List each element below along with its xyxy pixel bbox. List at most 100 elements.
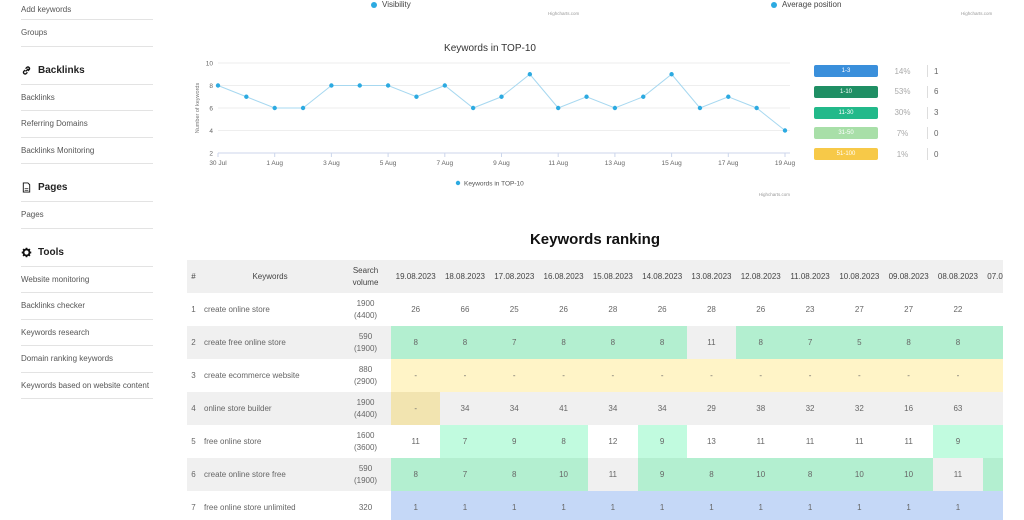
legend-visibility[interactable]: Visibility xyxy=(371,0,411,9)
y-tick-label: 4 xyxy=(209,128,213,135)
sidebar-item-referring-domains[interactable]: Referring Domains xyxy=(21,111,153,138)
data-point[interactable] xyxy=(414,94,419,99)
data-point[interactable] xyxy=(499,94,504,99)
position-cell: - xyxy=(489,359,539,392)
col-date[interactable]: 19.08.2023 xyxy=(391,260,441,293)
sidebar-item-keywords-website-content[interactable]: Keywords based on website content xyxy=(21,373,153,399)
keyword-cell[interactable]: free online store xyxy=(200,425,340,458)
position-cell: 16 xyxy=(883,392,934,425)
range-count: 6 xyxy=(934,87,939,97)
position-cell: 32 xyxy=(785,392,835,425)
sidebar-item-domain-ranking-keywords[interactable]: Domain ranking keywords xyxy=(21,346,153,373)
data-point[interactable] xyxy=(385,83,391,88)
col-date[interactable]: 07.08.2023 xyxy=(982,260,1003,293)
col-volume[interactable]: Search volume xyxy=(340,260,392,293)
data-point[interactable] xyxy=(641,94,646,99)
sidebar-item-backlinks-checker[interactable]: Backlinks checker xyxy=(21,293,153,320)
position-cell: 12 xyxy=(588,425,638,458)
position-cell xyxy=(982,458,1003,491)
col-date[interactable]: 10.08.2023 xyxy=(834,260,884,293)
col-date[interactable]: 13.08.2023 xyxy=(686,260,737,293)
col-date[interactable]: 15.08.2023 xyxy=(588,260,638,293)
col-date[interactable]: 12.08.2023 xyxy=(736,260,786,293)
position-cell: 1 xyxy=(588,491,638,520)
range-badge[interactable]: 51-100 xyxy=(814,148,878,161)
x-tick-label: 30 Jul xyxy=(209,160,227,167)
col-date[interactable]: 09.08.2023 xyxy=(883,260,934,293)
x-tick-label: 11 Aug xyxy=(548,160,568,167)
section-pages: Pages xyxy=(21,164,153,202)
data-point[interactable] xyxy=(669,72,674,77)
col-date[interactable]: 14.08.2023 xyxy=(637,260,687,293)
data-point[interactable] xyxy=(584,94,589,99)
range-badge[interactable]: 31-50 xyxy=(814,127,878,140)
sidebar-item-pages[interactable]: Pages xyxy=(21,202,153,229)
position-cell: 8 xyxy=(785,458,835,491)
data-point[interactable] xyxy=(527,72,533,77)
data-point[interactable] xyxy=(470,105,476,111)
ranking-table-container[interactable]: # Keywords Search volume 19.08.2023 18.08.… xyxy=(187,260,1003,520)
position-cell: 7 xyxy=(440,458,490,491)
col-date[interactable]: 11.08.2023 xyxy=(785,260,835,293)
position-cell: 7 xyxy=(785,326,835,359)
sidebar-item-add-keywords[interactable]: Add keywords xyxy=(21,0,153,20)
legend-label: Visibility xyxy=(382,0,411,9)
position-cell: 8 xyxy=(933,326,983,359)
range-percent: 53% xyxy=(894,87,911,97)
sidebar-item-backlinks[interactable]: Backlinks xyxy=(21,85,153,111)
keyword-cell[interactable]: create online store free xyxy=(200,458,341,491)
position-cell: 11 xyxy=(883,425,934,458)
volume-cell: 880 (2900) xyxy=(340,359,391,392)
keyword-cell[interactable]: free online store unlimited xyxy=(200,491,340,520)
sidebar-item-website-monitoring[interactable]: Website monitoring xyxy=(21,267,153,293)
data-point[interactable] xyxy=(612,105,618,111)
col-keywords[interactable]: Keywords xyxy=(200,260,341,293)
data-point[interactable] xyxy=(782,128,788,133)
sidebar-item-groups[interactable]: Groups xyxy=(21,20,153,47)
col-date[interactable]: 16.08.2023 xyxy=(538,260,589,293)
range-badge[interactable]: 1-10 xyxy=(814,85,878,98)
keyword-cell[interactable]: create ecommerce website xyxy=(200,359,340,392)
data-point[interactable] xyxy=(357,83,362,88)
volume-cell: 1900 (4400) xyxy=(340,392,392,425)
data-point[interactable] xyxy=(329,83,334,88)
col-date[interactable]: 18.08.2023 xyxy=(440,260,490,293)
position-cell: 1 xyxy=(489,491,539,520)
chart-credit[interactable]: Highcharts.com xyxy=(961,11,992,16)
data-point[interactable] xyxy=(272,105,277,111)
legend-average-position[interactable]: Average position xyxy=(771,0,841,9)
range-badge[interactable]: 1-3 xyxy=(814,65,878,77)
position-cell: 8 xyxy=(538,425,589,458)
data-point[interactable] xyxy=(300,105,306,111)
keyword-cell[interactable]: create free online store xyxy=(200,326,341,359)
col-date[interactable]: 17.08.2023 xyxy=(489,260,539,293)
volume-total: (3600) xyxy=(353,442,378,452)
sidebar-item-backlinks-monitoring[interactable]: Backlinks Monitoring xyxy=(21,138,153,164)
distribution-row: 1-10 53% 6 xyxy=(814,85,964,98)
range-percent: 14% xyxy=(894,66,911,76)
data-point[interactable] xyxy=(726,94,731,99)
position-cell: 10 xyxy=(538,458,589,491)
data-point[interactable] xyxy=(697,105,703,111)
sidebar-item-keywords-research[interactable]: Keywords research xyxy=(21,320,153,346)
chart-credit[interactable]: Highcharts.com xyxy=(759,192,791,197)
keyword-cell[interactable]: online store builder xyxy=(200,392,341,425)
data-point[interactable] xyxy=(244,94,249,99)
data-point[interactable] xyxy=(215,83,221,88)
data-point[interactable] xyxy=(754,105,759,111)
position-cell: 28 xyxy=(588,293,638,326)
position-cell: 34 xyxy=(440,392,490,425)
chart-legend-label[interactable]: Keywords in TOP-10 xyxy=(464,181,524,188)
data-point[interactable] xyxy=(556,105,561,111)
ranking-title: Keywords ranking xyxy=(529,231,661,248)
data-point[interactable] xyxy=(442,83,447,88)
range-badge[interactable]: 11-30 xyxy=(814,106,878,119)
position-cell: - xyxy=(391,359,441,392)
position-cell: 11 xyxy=(686,326,737,359)
divider xyxy=(927,65,928,77)
col-date[interactable]: 08.08.2023 xyxy=(933,260,983,293)
position-cell: 13 xyxy=(686,425,737,458)
keyword-cell[interactable]: create online store xyxy=(200,293,340,326)
chart-credit[interactable]: Highcharts.com xyxy=(548,11,579,16)
position-cell: - xyxy=(686,359,737,392)
